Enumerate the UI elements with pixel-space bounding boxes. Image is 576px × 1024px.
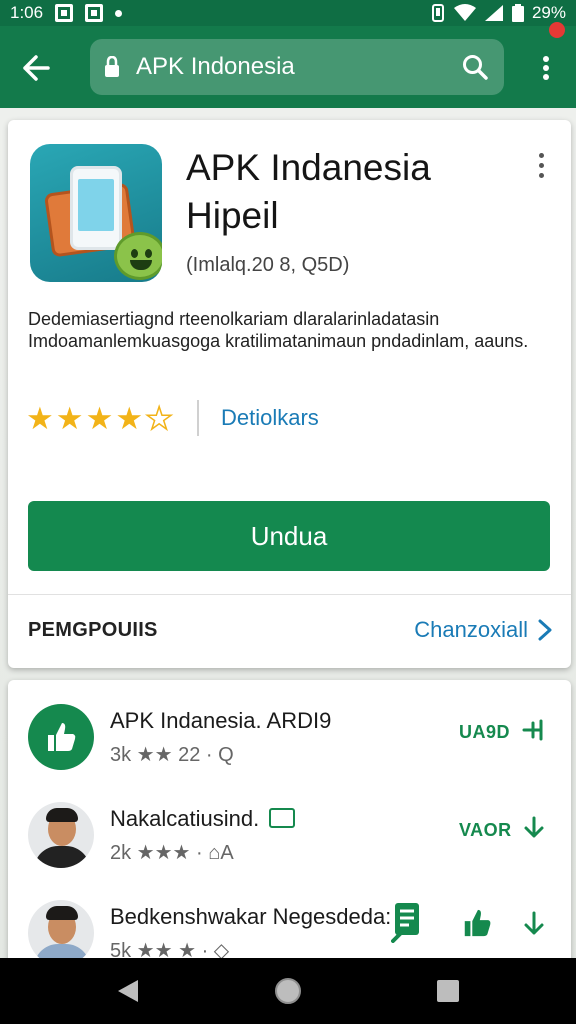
details-link[interactable]: Detiolkars (221, 405, 319, 431)
nav-home-icon (275, 978, 301, 1004)
nav-recents-button[interactable] (432, 975, 464, 1007)
item-action-label[interactable]: UA9D (459, 722, 510, 743)
item-title: Bedkenshwakar Negesdeda: (110, 904, 392, 929)
app-logo-avatar (28, 704, 94, 770)
search-icon[interactable] (462, 53, 490, 81)
download-icon[interactable] (520, 814, 548, 842)
item-title: Nakalcatiusind. (110, 806, 296, 832)
see-all-link[interactable]: Chanzoxiall (414, 617, 552, 643)
system-nav-bar (0, 958, 576, 1024)
section-title: PEMGPOUIIS (28, 618, 158, 641)
nav-back-button[interactable] (112, 975, 144, 1007)
gallery-notification-icon (55, 4, 74, 22)
thumbs-up-icon[interactable] (460, 906, 494, 940)
notification-badge (549, 22, 565, 38)
verified-badge-icon (269, 808, 296, 828)
battery-icon (511, 4, 524, 22)
see-all-label: Chanzoxiall (414, 617, 528, 642)
app-toolbar: APK Indonesia (0, 26, 576, 108)
app-title-line2: Hipeil (186, 195, 279, 236)
search-bar[interactable]: APK Indonesia (90, 39, 504, 95)
vibrate-icon (430, 4, 446, 22)
star-icon: ★ (26, 400, 54, 436)
app-icon[interactable] (30, 144, 162, 282)
user-avatar (28, 802, 94, 868)
nav-recents-icon (437, 980, 459, 1002)
list-item[interactable]: Nakalcatiusind. 2k ★★★ · ⌂A VAOR (8, 784, 571, 880)
card-divider (8, 594, 571, 595)
notification-dot-icon (115, 9, 123, 17)
rating-divider (196, 400, 199, 436)
item-subtitle: 3k ★★ 22 · Q (110, 744, 234, 766)
rating-row: ★ ★ ★ ★ ★ Detiolkars (26, 398, 546, 438)
item-action-label[interactable]: VAOR (459, 820, 512, 841)
install-icon[interactable] (520, 716, 548, 744)
chevron-right-icon (538, 619, 552, 641)
star-icon: ★ (55, 400, 84, 436)
app-meta: (Imlalq.20 8, Q5D) (186, 254, 350, 276)
related-apps-list: APK Indanesia. ARDI9 3k ★★ 22 · Q UA9D N… (8, 680, 571, 970)
item-title: APK Indanesia. ARDI9 (110, 708, 332, 733)
star-outline-icon: ★ (144, 400, 173, 436)
document-icon[interactable] (390, 900, 424, 944)
list-item[interactable]: Bedkenshwakar Negesdeda: 5k ★★ ★ · ◇ (8, 882, 571, 970)
star-icon: ★ (115, 400, 144, 436)
app-description: Dedemiasertiagnd rteenolkariam dlaralari… (28, 309, 529, 351)
back-button[interactable] (16, 48, 56, 88)
status-bar: 1:06 29% (0, 0, 576, 26)
app-notification-icon (85, 4, 104, 22)
battery-percent: 29% (531, 3, 566, 22)
rating-stars: ★ ★ ★ ★ ★ (26, 400, 174, 436)
star-icon: ★ (85, 400, 114, 436)
app-title: APK Indanesia (186, 147, 431, 188)
search-query[interactable]: APK Indonesia (136, 53, 462, 81)
item-title-text: Nakalcatiusind. (110, 806, 260, 831)
nav-back-icon (118, 980, 138, 1002)
item-subtitle: 2k ★★★ · ⌂A (110, 842, 234, 864)
install-button[interactable]: Undua (28, 501, 550, 571)
lock-icon (104, 56, 126, 78)
nav-home-button[interactable] (272, 975, 304, 1007)
thumbs-up-icon (48, 723, 76, 751)
status-time: 1:06 (10, 3, 44, 22)
signal-icon (484, 4, 504, 22)
card-menu-button[interactable] (528, 150, 554, 180)
overflow-menu-button[interactable] (528, 46, 564, 90)
more-vert-icon (543, 56, 549, 80)
user-avatar (28, 900, 94, 966)
similar-section-header: PEMGPOUIIS Chanzoxiall (28, 610, 552, 650)
wifi-icon (453, 4, 476, 22)
back-arrow-icon (23, 55, 50, 81)
app-detail-card: APK Indanesia Hipeil (Imlalq.20 8, Q5D) … (8, 120, 571, 668)
download-icon[interactable] (520, 910, 548, 938)
list-item[interactable]: APK Indanesia. ARDI9 3k ★★ 22 · Q UA9D (8, 686, 571, 782)
